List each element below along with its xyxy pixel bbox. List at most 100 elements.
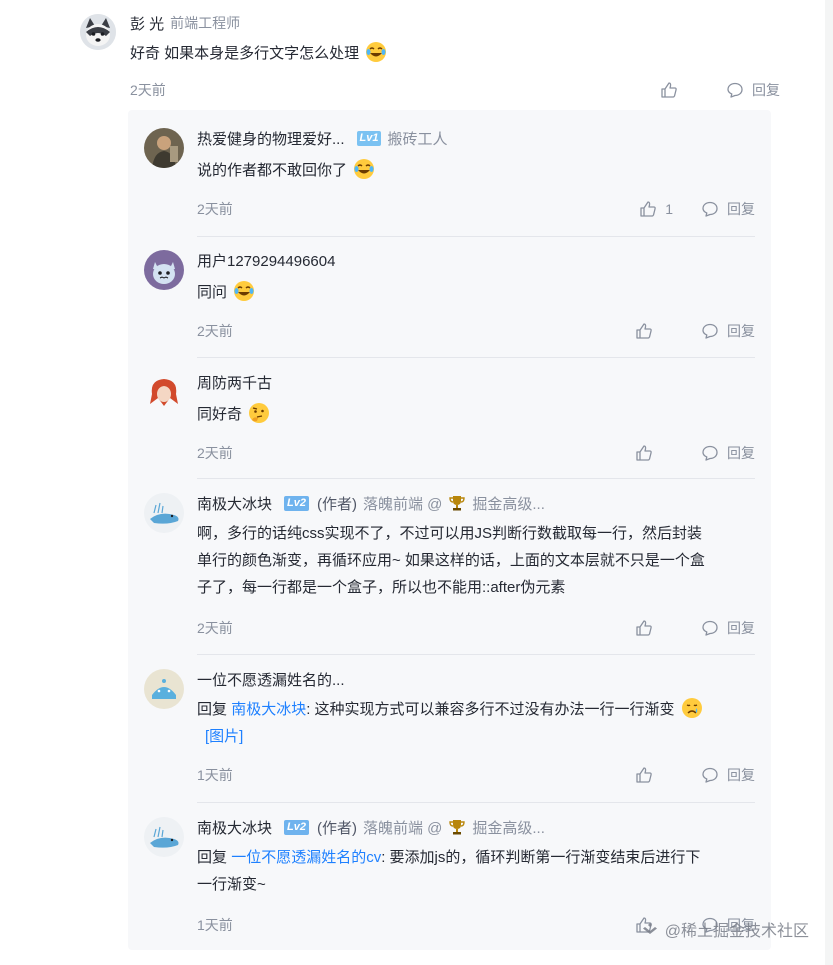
username[interactable]: 南极大冰块: [197, 817, 272, 838]
divider: [197, 802, 755, 803]
thumbs-up-icon: [636, 323, 652, 339]
reply-button[interactable]: 回复: [701, 199, 755, 219]
comment-header: 周防两千古: [197, 370, 755, 394]
reply-button[interactable]: 回复: [701, 765, 755, 785]
avatar[interactable]: [144, 128, 184, 168]
divider: [197, 478, 755, 479]
comment-text: 好奇 如果本身是多行文字怎么处理: [130, 45, 360, 62]
like-button[interactable]: [660, 81, 686, 99]
thumbs-up-icon: [661, 82, 677, 98]
company: 落魄前端 @: [362, 495, 443, 513]
level-badge[interactable]: Lv2: [284, 819, 309, 835]
avatar[interactable]: [144, 250, 184, 290]
thumbs-up-icon: [636, 767, 652, 783]
timestamp: 2天前: [130, 82, 166, 98]
comment-actions: 2天前 回复: [197, 613, 755, 643]
comment-text: : 这种实现方式可以兼容多行不过没有办法一行一行渐变: [306, 701, 675, 718]
comment-text-line: 单行的颜色渐变，再循环应用~ 如果这样的话，上面的文本层就不只是一个盒: [197, 552, 705, 569]
like-button[interactable]: [635, 444, 661, 462]
comment-content: 回复 一位不愿透漏姓名的cv: 要添加js的，循环判断第一行渐变结束后进行下 一…: [197, 844, 755, 898]
comment-header: 用户1279294496604: [197, 248, 755, 272]
avatar[interactable]: [80, 14, 116, 50]
reply-item: 周防两千古 同好奇 2天前 回复: [144, 370, 755, 468]
comment-bubble-icon: [702, 620, 718, 636]
level-badge[interactable]: Lv2: [284, 495, 309, 511]
badge-label[interactable]: 掘金高级...: [472, 817, 545, 838]
avatar[interactable]: [144, 669, 184, 709]
username[interactable]: 南极大冰块: [197, 493, 272, 514]
comment-bubble-icon: [702, 323, 718, 339]
comment-bubble-icon: [727, 82, 743, 98]
company: 落魄前端 @: [362, 819, 443, 837]
comment-header: 热爱健身的物理爱好... Lv1 搬砖工人: [197, 126, 755, 150]
username[interactable]: 热爱健身的物理爱好...: [197, 128, 345, 149]
badge-label[interactable]: 掘金高级...: [472, 493, 545, 514]
crying-emoji-icon: [681, 698, 702, 718]
reply-to-link[interactable]: 一位不愿透漏姓名的cv: [231, 849, 381, 866]
comment-text: 说的作者都不敢回你了: [197, 162, 348, 179]
thumbs-up-icon: [640, 201, 656, 217]
username[interactable]: 用户1279294496604: [197, 250, 335, 271]
username[interactable]: 一位不愿透漏姓名的...: [197, 669, 345, 690]
comment-header: 南极大冰块 Lv2 (作者) 落魄前端 @ 掘金高级...: [197, 815, 755, 839]
comment-header: 南极大冰块 Lv2 (作者) 落魄前端 @ 掘金高级...: [197, 491, 755, 515]
scrollbar[interactable]: [825, 0, 833, 965]
image-link[interactable]: [图片]: [205, 728, 243, 745]
reply-prefix: 回复: [197, 849, 228, 866]
avatar[interactable]: [144, 817, 184, 857]
like-button[interactable]: [635, 322, 661, 340]
username[interactable]: 彭 光: [130, 13, 164, 34]
job-title: 前端工程师: [170, 15, 241, 31]
root-comment: 彭 光 前端工程师 好奇 如果本身是多行文字怎么处理 2天前 回复: [80, 10, 780, 105]
author-tag: (作者): [316, 819, 357, 837]
comment-bubble-icon: [702, 201, 718, 217]
reply-label: 回复: [727, 445, 755, 461]
avatar[interactable]: [144, 493, 184, 533]
trophy-icon[interactable]: [448, 494, 466, 512]
like-button[interactable]: [635, 619, 661, 637]
reply-button[interactable]: 回复: [701, 443, 755, 463]
thumbs-up-icon: [636, 620, 652, 636]
comment-actions: 2天前 1 回复: [197, 194, 755, 224]
comment-actions: 2天前 回复: [197, 316, 755, 346]
like-button[interactable]: [635, 766, 661, 784]
timestamp: 1天前: [197, 917, 233, 933]
comment-bubble-icon: [702, 445, 718, 461]
avatar[interactable]: [144, 372, 184, 412]
watermark-text: @稀土掘金技术社区: [664, 923, 809, 940]
reply-button[interactable]: 回复: [701, 321, 755, 341]
reply-label: 回复: [727, 767, 755, 783]
like-button[interactable]: 1: [639, 200, 673, 218]
reply-to-link[interactable]: 南极大冰块: [231, 701, 306, 718]
timestamp: 2天前: [197, 201, 233, 217]
comment-actions: 2天前 回复: [197, 438, 755, 468]
comment-content: 同问: [197, 279, 755, 306]
juejin-logo-icon: [642, 923, 657, 934]
timestamp: 2天前: [197, 445, 233, 461]
comment-header: 彭 光 前端工程师: [130, 10, 780, 36]
comment-text-line: 子了，每一行都是一个盒子，所以也不能用::after伪元素: [197, 579, 566, 596]
timestamp: 2天前: [197, 620, 233, 636]
timestamp: 2天前: [197, 323, 233, 339]
level-badge[interactable]: Lv1: [356, 130, 382, 146]
reply-button[interactable]: 回复: [726, 80, 780, 100]
author-tag: (作者): [316, 495, 357, 513]
comment-content: 啊，多行的话纯css实现不了，不过可以用JS判断行数截取每一行，然后封装 单行的…: [197, 520, 755, 601]
reply-item: 一位不愿透漏姓名的... 回复 南极大冰块: 这种实现方式可以兼容多行不过没有办…: [144, 667, 755, 790]
reply-item: 热爱健身的物理爱好... Lv1 搬砖工人 说的作者都不敢回你了 2天前 1 回…: [144, 126, 755, 224]
comment-actions: 1天前 回复: [197, 760, 755, 790]
reply-button[interactable]: 回复: [701, 618, 755, 638]
trophy-icon[interactable]: [448, 818, 466, 836]
reply-label: 回复: [727, 323, 755, 339]
comment-text-line: 一行渐变~: [197, 876, 266, 893]
job-title: 搬砖工人: [387, 130, 448, 148]
comment-text: 同问: [197, 284, 228, 301]
laughing-tears-emoji-icon: [354, 159, 375, 179]
comment-content: 说的作者都不敢回你了: [197, 157, 755, 184]
username[interactable]: 周防两千古: [197, 372, 272, 393]
reply-label: 回复: [752, 82, 780, 98]
thinking-emoji-icon: [249, 403, 270, 423]
comment-content: 回复 南极大冰块: 这种实现方式可以兼容多行不过没有办法一行一行渐变 [图片]: [197, 696, 755, 750]
like-count: 1: [665, 201, 673, 217]
comment-header: 一位不愿透漏姓名的...: [197, 667, 755, 691]
